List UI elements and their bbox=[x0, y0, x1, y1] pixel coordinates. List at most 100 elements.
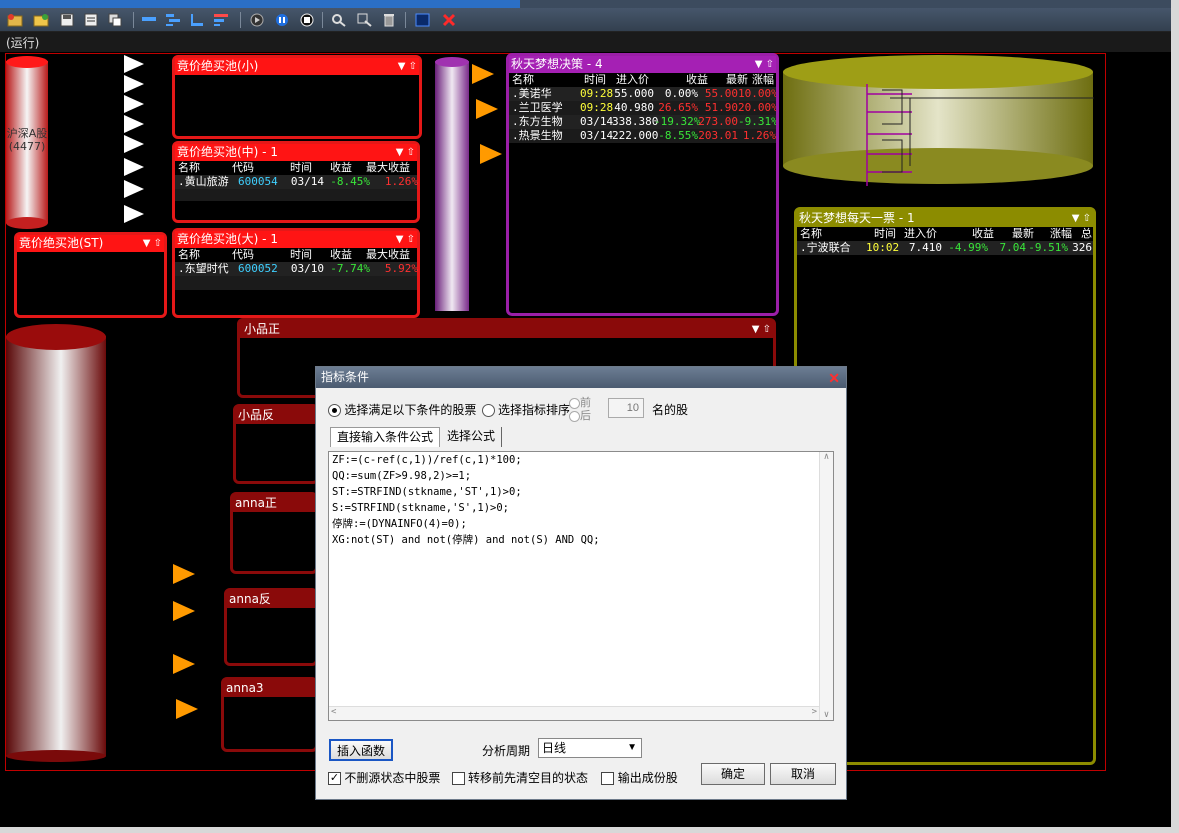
table-row bbox=[175, 189, 417, 201]
flow-arrow-icon[interactable] bbox=[124, 135, 144, 153]
period-select[interactable]: 日线 ▼ bbox=[538, 738, 642, 758]
align-left-icon[interactable] bbox=[188, 11, 206, 28]
flow-arrow-icon[interactable] bbox=[476, 99, 498, 119]
add-pool-icon[interactable] bbox=[6, 11, 24, 28]
open-folder-icon[interactable] bbox=[32, 11, 50, 28]
close-icon[interactable]: ✕ bbox=[828, 368, 840, 388]
editor-vertical-scrollbar[interactable]: ∧ ∨ bbox=[819, 452, 833, 720]
scroll-right-icon[interactable]: > bbox=[812, 707, 817, 717]
close-x-icon[interactable] bbox=[440, 11, 458, 28]
table-row[interactable]: .美诺华 09:2855.000 0.00% 55.0010.00% bbox=[509, 87, 776, 101]
flow-arrow-icon[interactable] bbox=[173, 654, 195, 674]
flow-arrow-icon[interactable] bbox=[173, 564, 195, 584]
pool-menu-icon[interactable]: ▼ ⇧ bbox=[755, 56, 774, 73]
flow-arrow-icon[interactable] bbox=[472, 64, 494, 84]
radio-select-condition[interactable] bbox=[328, 404, 341, 418]
pool-menu-icon[interactable]: ▼ ⇧ bbox=[143, 235, 162, 252]
pool-xiaopin-fan[interactable]: 小品反 bbox=[233, 404, 319, 484]
tab-direct-input[interactable]: 直接输入条件公式 bbox=[330, 427, 441, 447]
copy-window-icon[interactable] bbox=[106, 11, 124, 28]
flow-arrow-icon[interactable] bbox=[173, 601, 195, 621]
pool-menu-icon[interactable]: ▼ ⇧ bbox=[398, 58, 417, 75]
pool-header: 小品反 bbox=[236, 407, 316, 424]
flow-arrow-icon[interactable] bbox=[124, 158, 144, 176]
indicator-condition-dialog[interactable]: 指标条件 ✕ 选择满足以下条件的股票 选择指标排序 前 后 10 名的股 直接输… bbox=[315, 366, 847, 800]
flow-arrow-icon[interactable] bbox=[124, 180, 144, 198]
title-bar bbox=[0, 0, 1171, 8]
entry-price: 7.410 bbox=[908, 241, 942, 254]
max-gain-value: 5.92% bbox=[384, 262, 418, 275]
align-top-icon[interactable] bbox=[140, 11, 158, 28]
pool-menu-icon[interactable]: ▼ ⇧ bbox=[1072, 210, 1091, 227]
pool-small[interactable]: 竟价绝买池(小) ▼ ⇧ bbox=[172, 55, 422, 139]
align-vertical-icon[interactable] bbox=[164, 11, 182, 28]
trash-icon[interactable] bbox=[380, 11, 398, 28]
change-pct: -9.31% bbox=[738, 115, 776, 128]
table-row[interactable]: .兰卫医学 09:2840.980 26.65% 51.9020.00% bbox=[509, 101, 776, 115]
tab-choose-formula[interactable]: 选择公式 bbox=[441, 427, 503, 447]
pool-mid[interactable]: 竟价绝买池(中) - 1 ▼ ⇧ 名称 代码 时间 收益 最大收益 .黄山旅游 600054… bbox=[172, 141, 420, 223]
column-header: 时间 bbox=[290, 248, 312, 261]
stop-icon[interactable] bbox=[298, 11, 316, 28]
pause-icon[interactable] bbox=[273, 11, 291, 28]
flow-arrow-icon[interactable] bbox=[124, 55, 144, 73]
pool-title: anna反 bbox=[229, 592, 271, 606]
flow-arrow-icon[interactable] bbox=[124, 205, 144, 223]
pool-st[interactable]: 竟价绝买池(ST) ▼ ⇧ bbox=[14, 232, 167, 318]
save-icon[interactable] bbox=[58, 11, 76, 28]
table-row[interactable]: .热景生物 03/14222.000-8.55%203.01 1.26% bbox=[509, 129, 776, 143]
insert-function-button[interactable]: 插入函数 bbox=[329, 739, 393, 761]
scroll-down-icon[interactable]: ∨ bbox=[820, 710, 833, 720]
radio-select-rank[interactable] bbox=[481, 404, 495, 418]
play-icon[interactable] bbox=[248, 11, 266, 28]
ok-button[interactable]: 确定 bbox=[701, 763, 765, 785]
select-frame-icon[interactable] bbox=[414, 11, 432, 28]
checkbox-no-delete-label: 不删源状态中股票 bbox=[344, 771, 441, 785]
table-row[interactable]: .东方生物 03/14338.380-19.32%273.00-9.31% bbox=[509, 115, 776, 129]
checkbox-clear-target[interactable] bbox=[451, 772, 465, 786]
save-as-icon[interactable] bbox=[82, 11, 100, 28]
purple-cylinder[interactable] bbox=[434, 55, 470, 317]
pool-anna-fan[interactable]: anna反 bbox=[224, 588, 318, 666]
flow-arrow-icon[interactable] bbox=[124, 75, 144, 93]
flow-arrow-icon[interactable] bbox=[124, 95, 144, 113]
rank-count-input[interactable]: 10 bbox=[608, 398, 644, 418]
zoom-fit-icon[interactable] bbox=[330, 11, 348, 28]
last-price: 273.00 bbox=[698, 115, 738, 128]
flow-arrow-icon[interactable] bbox=[480, 144, 502, 164]
zoom-select-icon[interactable] bbox=[356, 11, 374, 28]
decision-pool[interactable]: 秋天梦想决策 - 4 ▼ ⇧ 名称 时间 进入价 收益 最新 涨幅 .美诺华 09:2855.… bbox=[506, 53, 779, 316]
scroll-up-icon[interactable]: ∧ bbox=[820, 452, 833, 462]
column-header: 涨幅 bbox=[752, 73, 774, 86]
editor-horizontal-scrollbar[interactable]: < > bbox=[329, 706, 819, 720]
align-horizontal-icon[interactable] bbox=[212, 11, 230, 28]
table-row[interactable]: .东望时代 600052 03/10 -7.74% 5.92% bbox=[175, 262, 418, 276]
column-header: 代码 bbox=[232, 161, 254, 174]
checkbox-no-delete[interactable]: ✓ bbox=[328, 772, 341, 786]
olive-cylinder[interactable] bbox=[782, 54, 1094, 186]
scroll-left-icon[interactable]: < bbox=[331, 707, 336, 717]
cancel-button[interactable]: 取消 bbox=[770, 763, 836, 785]
table-row[interactable]: .黄山旅游 600054 03/14 -8.45% 1.26% bbox=[175, 175, 418, 189]
entry-time: 03/10 bbox=[290, 262, 324, 275]
pool-anna-zheng[interactable]: anna正 bbox=[230, 492, 318, 574]
source-cylinder[interactable]: 沪深A股 (4477) bbox=[4, 127, 50, 153]
formula-editor[interactable]: ZF:=(c-ref(c,1))/ref(c,1)*100; QQ:=sum(Z… bbox=[328, 451, 834, 721]
pool-title: anna3 bbox=[226, 681, 264, 695]
checkbox-output-components[interactable] bbox=[601, 772, 615, 786]
pool-menu-icon[interactable]: ▼ ⇧ bbox=[396, 144, 415, 161]
pool-menu-icon[interactable]: ▼ ⇧ bbox=[396, 231, 415, 248]
radio-front[interactable] bbox=[569, 397, 580, 409]
period-label: 分析周期 bbox=[482, 744, 531, 758]
table-row[interactable]: .宁波联合 10:02 7.410 -4.99% 7.04 -9.51% 326 bbox=[797, 241, 1093, 255]
flow-arrow-icon[interactable] bbox=[176, 699, 198, 719]
lower-left-cylinder[interactable] bbox=[5, 322, 107, 762]
stock-name: .热景生物 bbox=[512, 129, 563, 142]
radio-back[interactable] bbox=[569, 410, 580, 422]
pool-anna3[interactable]: anna3 bbox=[221, 677, 318, 752]
entry-time: 03/14 bbox=[580, 115, 614, 128]
entry-price: 55.000 bbox=[614, 87, 654, 100]
pool-big[interactable]: 竟价绝买池(大) - 1 ▼ ⇧ 名称 代码 时间 收益 最大收益 .东望时代 600052… bbox=[172, 228, 420, 318]
flow-arrow-icon[interactable] bbox=[124, 115, 144, 133]
pool-menu-icon[interactable]: ▼ ⇧ bbox=[752, 321, 771, 338]
